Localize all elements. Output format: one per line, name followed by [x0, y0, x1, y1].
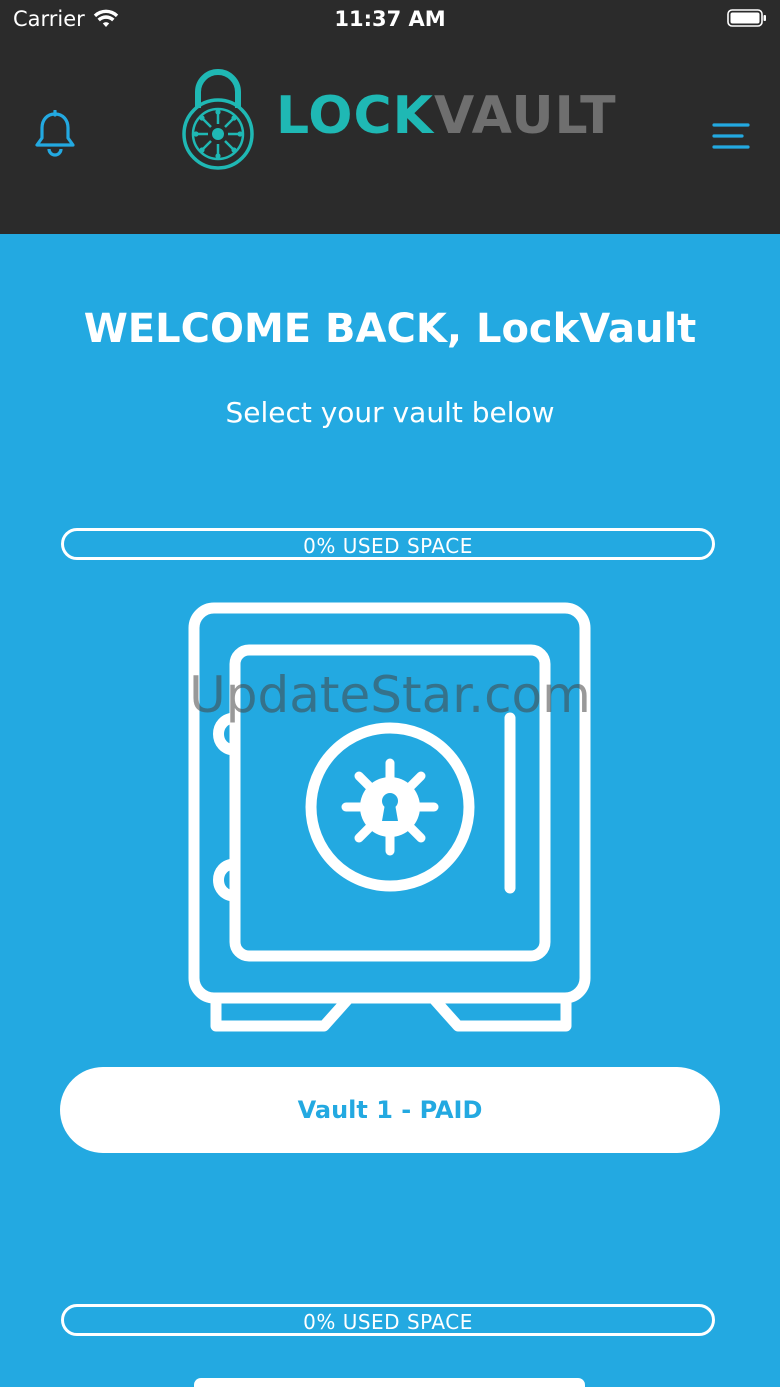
status-bar: Carrier 11:37 AM [0, 0, 780, 40]
vault-2-usage-bar: 0% USED SPACE [61, 1304, 715, 1336]
welcome-heading: WELCOME BACK, LockVault [83, 306, 697, 352]
app-header: LOCKVAULT [0, 40, 780, 234]
notifications-button[interactable] [32, 109, 78, 160]
app-logo: LOCKVAULT [178, 62, 616, 174]
vault-1-usage-bar: 0% USED SPACE [61, 528, 715, 560]
hamburger-menu-icon [712, 123, 750, 149]
usage-label: 0% USED SPACE [303, 1310, 473, 1334]
menu-button[interactable] [710, 120, 752, 152]
logo-lock-text: LOCK [276, 86, 434, 146]
logo-vault-text: VAULT [433, 86, 617, 146]
status-time: 11:37 AM [334, 7, 446, 31]
vault-1-button[interactable]: Vault 1 - PAID [60, 1067, 720, 1153]
battery-icon [727, 9, 766, 27]
usage-label: 0% USED SPACE [303, 534, 473, 558]
bell-icon [35, 109, 75, 157]
subtitle: Select your vault below [225, 396, 555, 429]
logo-wordmark: LOCKVAULT [276, 86, 617, 146]
safe-icon[interactable] [186, 600, 596, 1032]
padlock-logo-icon [182, 69, 254, 170]
safe-icon[interactable] [186, 1378, 596, 1387]
